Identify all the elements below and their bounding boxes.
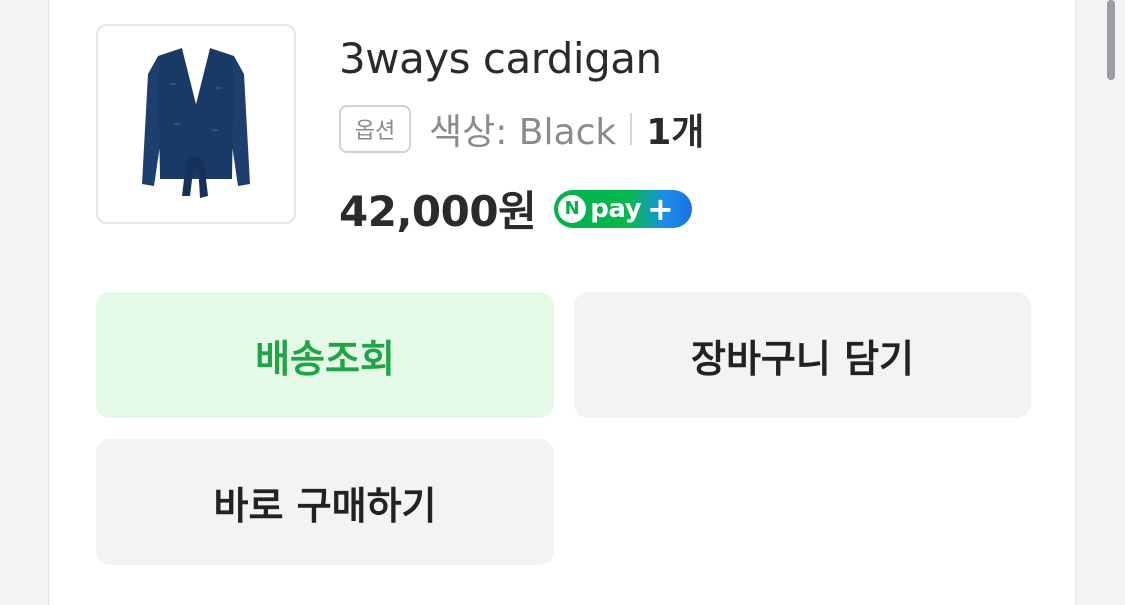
option-divider <box>630 113 633 145</box>
add-to-cart-button[interactable]: 장바구니 담기 <box>574 292 1031 418</box>
option-badge: 옵션 <box>339 105 411 153</box>
quantity: 1개 <box>646 112 705 153</box>
option-value: 색상: Black <box>429 112 617 153</box>
plus-icon: + <box>647 189 674 228</box>
cardigan-image <box>142 48 250 198</box>
npay-label: pay <box>590 193 642 224</box>
product-thumbnail[interactable] <box>96 24 296 224</box>
buy-now-button[interactable]: 바로 구매하기 <box>96 439 554 565</box>
npay-n-icon: N <box>558 194 587 223</box>
track-delivery-button[interactable]: 배송조회 <box>96 292 554 418</box>
scrollbar-thumb[interactable] <box>1107 0 1115 80</box>
price-row: 42,000원 N pay + <box>339 178 693 239</box>
option-row: 옵션 색상: Black 1개 <box>339 103 704 155</box>
order-item-card: 3ways cardigan 옵션 색상: Black 1개 42,000원 N… <box>48 0 1076 605</box>
npay-plus-badge: N pay + <box>554 189 693 228</box>
product-name[interactable]: 3ways cardigan <box>339 34 662 83</box>
price: 42,000원 <box>339 187 537 236</box>
